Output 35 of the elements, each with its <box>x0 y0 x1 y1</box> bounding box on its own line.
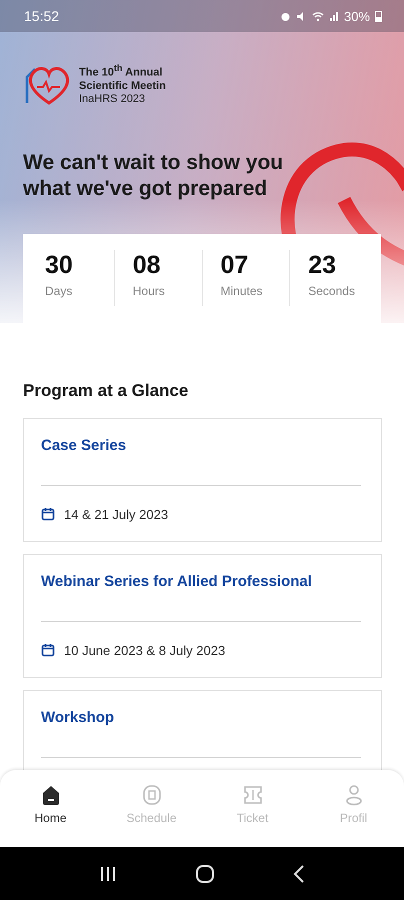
program-card[interactable]: Case Series 14 & 21 July 2023 <box>23 418 382 542</box>
countdown-unit: Hours <box>132 284 165 298</box>
countdown-unit: Minutes <box>220 284 263 298</box>
program-title: Webinar Series for Allied Professional <box>41 572 313 592</box>
program-date: 10 June 2023 & 8 July 2023 <box>64 642 226 658</box>
logo-text: Scientific Meetin <box>79 80 166 93</box>
section-title: Program at a Glance <box>23 380 190 401</box>
recents-icon <box>99 866 117 882</box>
countdown-value: 23 <box>308 250 336 280</box>
logo-text: The 10$^{th}$ Annual <box>79 62 164 80</box>
logo-text: InaHRS 2023 <box>79 92 146 106</box>
ticket-icon <box>242 784 264 806</box>
calendar-icon <box>41 643 55 658</box>
countdown-value: 30 <box>45 250 73 280</box>
countdown-value: 07 <box>220 250 248 280</box>
nav-tab[interactable]: Home <box>0 784 101 847</box>
program-title: Workshop <box>41 708 116 728</box>
countdown-unit: Days <box>45 284 72 298</box>
home-icon <box>40 784 60 806</box>
signal-icon <box>328 10 339 22</box>
battery-icon <box>375 10 382 22</box>
program-card[interactable]: Webinar Series for Allied Professional 10 June 2023 & 8 July 2023 <box>23 554 382 678</box>
wifi-icon <box>312 10 324 22</box>
calendar-icon <box>41 507 55 522</box>
document-icon <box>142 784 162 806</box>
countdown-unit: Seconds <box>308 284 355 298</box>
battery-percent: 30% <box>344 8 370 24</box>
program-date: 14 & 21 July 2023 <box>64 506 168 522</box>
alarm-icon <box>280 10 291 22</box>
profile-icon <box>344 784 364 806</box>
program-title: Case Series <box>41 436 128 456</box>
headline: We can't wait to show you what we've got prepared <box>23 150 284 202</box>
status-time: 15:52 <box>24 8 60 24</box>
countdown-value: 08 <box>132 250 161 280</box>
back-icon <box>293 864 305 882</box>
